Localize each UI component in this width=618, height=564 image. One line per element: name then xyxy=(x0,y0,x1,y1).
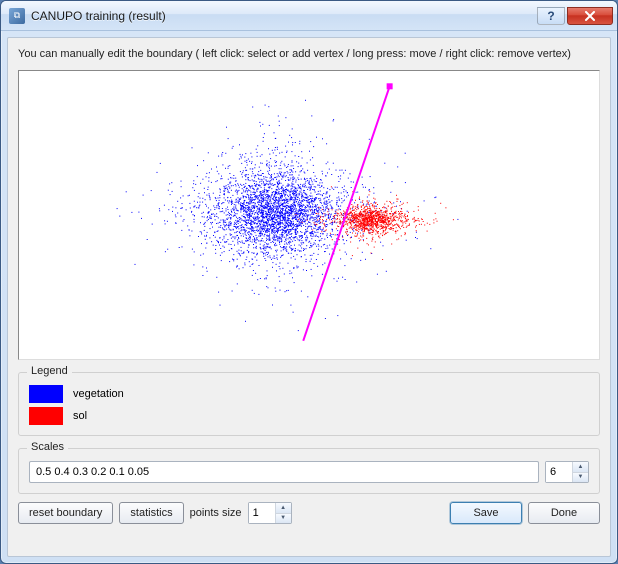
help-button[interactable]: ? xyxy=(537,7,565,25)
legend-item-vegetation: vegetation xyxy=(29,385,589,403)
scales-group: Scales ▲ ▼ xyxy=(18,448,600,494)
legend-swatch-sol xyxy=(29,407,63,425)
scales-input[interactable] xyxy=(29,461,539,483)
scales-count-down[interactable]: ▼ xyxy=(573,473,588,483)
client-area: You can manually edit the boundary ( lef… xyxy=(7,37,611,557)
legend-swatch-vegetation xyxy=(29,385,63,403)
dialog-window: ⧉ CANUPO training (result) ? You can man… xyxy=(0,0,618,564)
instruction-text: You can manually edit the boundary ( lef… xyxy=(18,46,600,64)
reset-boundary-button[interactable]: reset boundary xyxy=(18,502,113,524)
scales-count-spin[interactable]: ▲ ▼ xyxy=(545,461,589,483)
titlebar: ⧉ CANUPO training (result) ? xyxy=(1,1,617,31)
close-icon xyxy=(584,11,596,21)
points-size-spin[interactable]: ▲ ▼ xyxy=(248,502,292,524)
scales-count-up[interactable]: ▲ xyxy=(573,462,588,473)
points-size-up[interactable]: ▲ xyxy=(276,503,291,514)
points-size-down[interactable]: ▼ xyxy=(276,514,291,524)
scales-title: Scales xyxy=(27,441,68,453)
points-size-label: points size xyxy=(190,507,242,519)
bottom-toolbar: reset boundary statistics points size ▲ … xyxy=(18,502,600,524)
scatter-plot-canvas[interactable] xyxy=(21,72,597,358)
statistics-button[interactable]: statistics xyxy=(119,502,183,524)
close-button[interactable] xyxy=(567,7,613,25)
scatter-plot[interactable] xyxy=(18,70,600,360)
legend-group: Legend vegetation sol xyxy=(18,372,600,436)
titlebar-buttons: ? xyxy=(537,7,613,25)
done-button[interactable]: Done xyxy=(528,502,600,524)
scales-count-value[interactable] xyxy=(546,462,572,482)
save-button[interactable]: Save xyxy=(450,502,522,524)
legend-item-sol: sol xyxy=(29,407,589,425)
legend-label-vegetation: vegetation xyxy=(73,388,124,400)
window-title: CANUPO training (result) xyxy=(31,9,537,23)
points-size-value[interactable] xyxy=(249,503,275,523)
legend-title: Legend xyxy=(27,365,72,377)
app-icon: ⧉ xyxy=(9,8,25,24)
legend-label-sol: sol xyxy=(73,410,87,422)
